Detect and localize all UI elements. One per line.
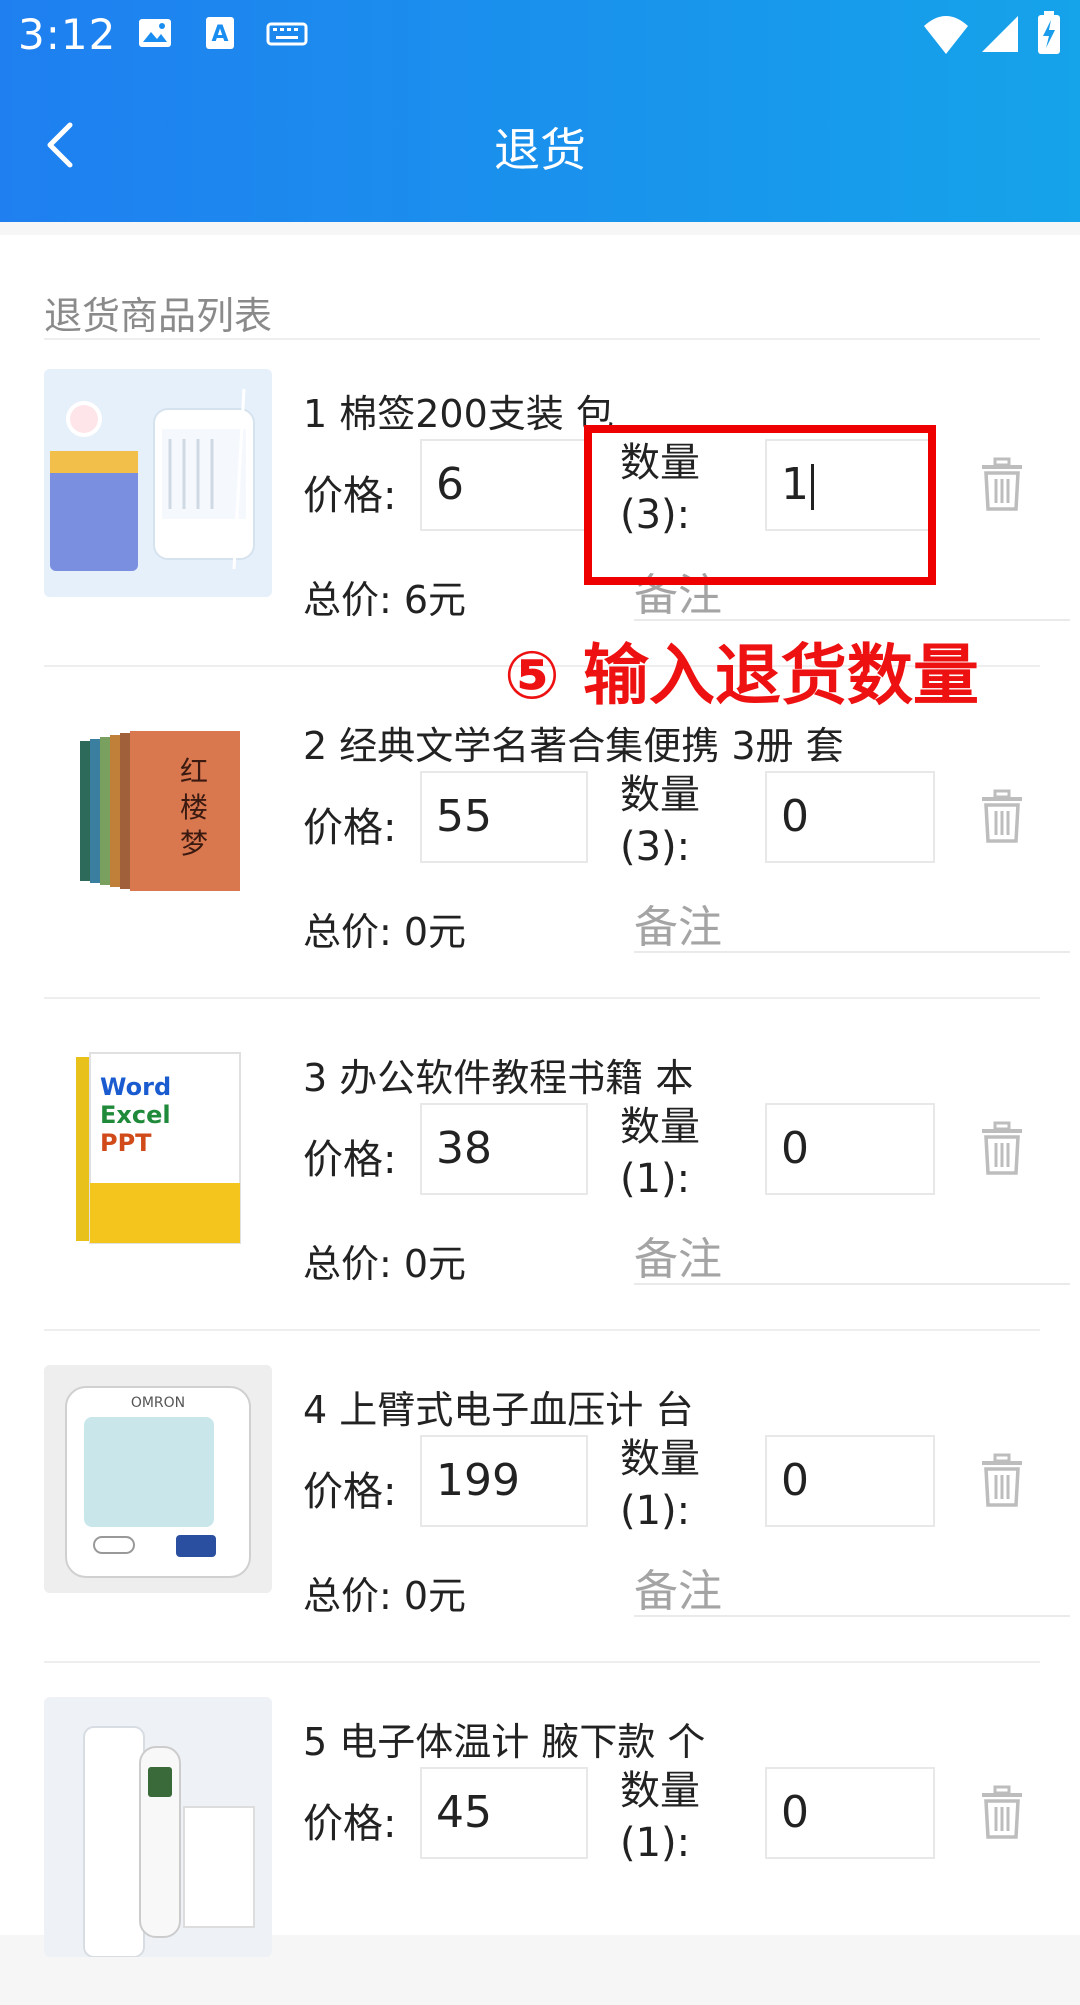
svg-text:Excel: Excel bbox=[100, 1101, 171, 1129]
price-input[interactable]: 38 bbox=[420, 1103, 588, 1195]
signal-icon bbox=[982, 16, 1018, 52]
item-total: 总价: 6元 bbox=[303, 578, 467, 622]
remark-underline bbox=[634, 619, 1070, 621]
price-input[interactable]: 6 bbox=[420, 439, 588, 531]
price-label: 价格: bbox=[303, 473, 397, 519]
quantity-label-text: 数量 (3): bbox=[620, 772, 700, 870]
svg-text:红: 红 bbox=[180, 755, 208, 788]
quantity-input[interactable]: 0 bbox=[765, 1435, 935, 1527]
quantity-label-text: 数量 (1): bbox=[620, 1436, 700, 1534]
remark-input[interactable]: 备注 bbox=[634, 891, 722, 955]
price-label: 价格: bbox=[303, 805, 397, 851]
divider bbox=[44, 1661, 1040, 1663]
svg-text:OMRON: OMRON bbox=[131, 1395, 185, 1411]
list-item: OMRON 4 上臂式电子血压计 台 价格: 199 数量 (1): 0 总价:… bbox=[0, 1341, 1080, 1673]
product-image bbox=[44, 369, 272, 597]
list-item: 红 楼 梦 2 经典文学名著合集便携 3册 套 价格: 55 数量 (3): 0… bbox=[0, 677, 1080, 1009]
price-input[interactable]: 45 bbox=[420, 1767, 588, 1859]
status-time: 3:12 bbox=[18, 10, 117, 59]
step-annotation: ⑤ 输入退货数量 bbox=[504, 637, 979, 714]
quantity-label: 数量 (1): bbox=[620, 1433, 740, 1537]
battery-icon bbox=[1038, 11, 1060, 54]
svg-text:楼: 楼 bbox=[180, 791, 208, 824]
remark-underline bbox=[634, 1615, 1070, 1617]
quantity-label: 数量 (1): bbox=[620, 1101, 740, 1205]
list-item: Word Excel PPT 3 办公软件教程书籍 本 价格: 38 数量 (1… bbox=[0, 1009, 1080, 1341]
product-image: 红 楼 梦 bbox=[44, 701, 272, 929]
quantity-highlight-box bbox=[584, 425, 936, 585]
item-total: 总价: 0元 bbox=[303, 910, 467, 954]
trash-icon[interactable] bbox=[978, 1453, 1026, 1509]
svg-text:A: A bbox=[211, 22, 228, 47]
svg-text:Word: Word bbox=[100, 1073, 171, 1101]
list-item: 5 电子体温计 腋下款 个 价格: 45 数量 (1): 0 bbox=[0, 1673, 1080, 2005]
item-total: 总价: 0元 bbox=[303, 1242, 467, 1286]
item-name: 3 办公软件教程书籍 本 bbox=[303, 1056, 694, 1100]
image-notification-icon bbox=[139, 19, 171, 47]
item-name: 2 经典文学名著合集便携 3册 套 bbox=[303, 724, 844, 768]
product-image: OMRON bbox=[44, 1365, 272, 1593]
trash-icon[interactable] bbox=[978, 457, 1026, 513]
svg-text:PPT: PPT bbox=[100, 1129, 152, 1157]
product-image bbox=[44, 1697, 272, 1957]
remark-input[interactable]: 备注 bbox=[634, 1223, 722, 1287]
section-title: 退货商品列表 bbox=[44, 294, 273, 338]
svg-text:梦: 梦 bbox=[180, 827, 208, 860]
status-bar: 3:12 A bbox=[0, 0, 1080, 72]
item-name: 5 电子体温计 腋下款 个 bbox=[303, 1720, 706, 1764]
product-image: Word Excel PPT bbox=[44, 1033, 272, 1261]
quantity-label-text: 数量 (1): bbox=[620, 1768, 700, 1866]
quantity-input[interactable]: 0 bbox=[765, 1103, 935, 1195]
price-input[interactable]: 199 bbox=[420, 1435, 588, 1527]
trash-icon[interactable] bbox=[978, 1785, 1026, 1841]
divider bbox=[44, 1329, 1040, 1331]
remark-underline bbox=[634, 951, 1070, 953]
price-label: 价格: bbox=[303, 1801, 397, 1847]
remark-input[interactable]: 备注 bbox=[634, 1555, 722, 1619]
quantity-input[interactable]: 0 bbox=[765, 1767, 935, 1859]
quantity-label: 数量 (1): bbox=[620, 1765, 740, 1869]
trash-icon[interactable] bbox=[978, 789, 1026, 845]
quantity-label-text: 数量 (1): bbox=[620, 1104, 700, 1202]
item-name: 1 棉签200支装 包 bbox=[303, 392, 614, 436]
page-title: 退货 bbox=[494, 123, 586, 177]
trash-icon[interactable] bbox=[978, 1121, 1026, 1177]
wifi-icon bbox=[924, 16, 968, 54]
keyboard-icon bbox=[266, 22, 308, 46]
text-notification-icon: A bbox=[206, 17, 234, 49]
price-input[interactable]: 55 bbox=[420, 771, 588, 863]
remark-underline bbox=[634, 1283, 1070, 1285]
item-total: 总价: 0元 bbox=[303, 1574, 467, 1618]
app-header: 3:12 A 退货 bbox=[0, 0, 1080, 222]
quantity-input[interactable]: 0 bbox=[765, 771, 935, 863]
price-label: 价格: bbox=[303, 1137, 397, 1183]
quantity-label: 数量 (3): bbox=[620, 769, 740, 873]
divider bbox=[44, 338, 1040, 340]
price-label: 价格: bbox=[303, 1469, 397, 1515]
item-name: 4 上臂式电子血压计 台 bbox=[303, 1388, 694, 1432]
divider bbox=[44, 997, 1040, 999]
